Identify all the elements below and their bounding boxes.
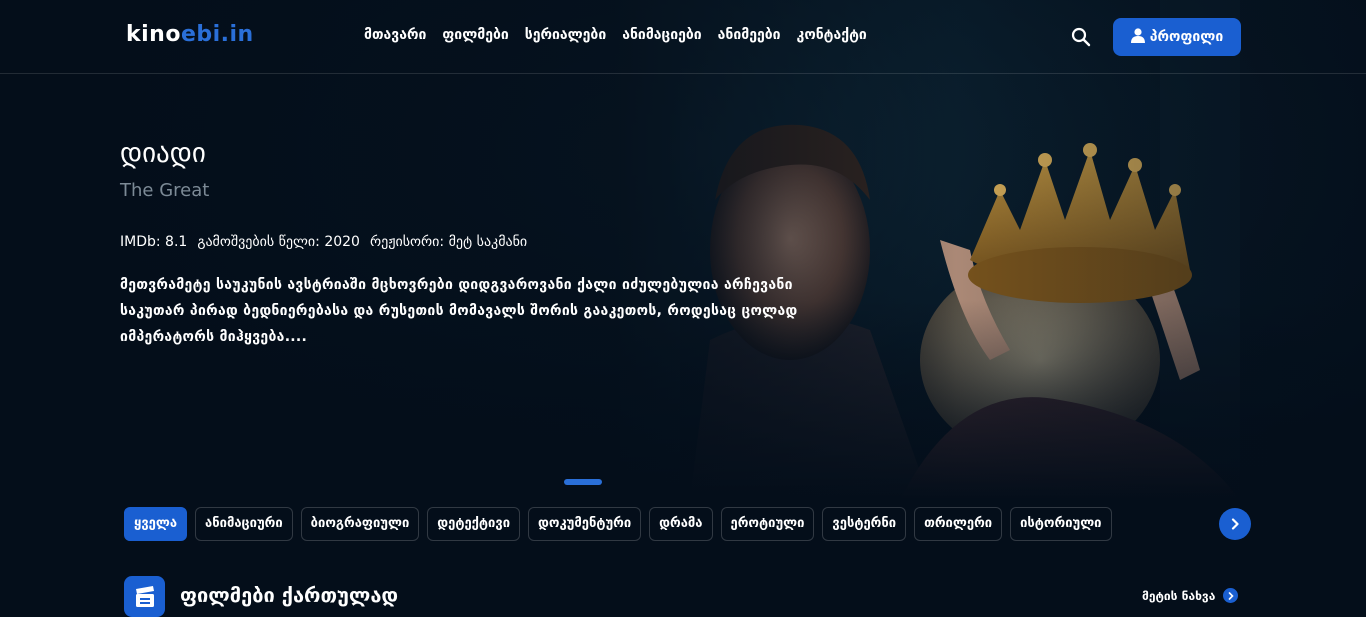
genre-chip-erotic[interactable]: ეროტიული [720, 507, 815, 541]
nav-item-home[interactable]: მთავარი [364, 27, 426, 43]
genre-chip-drama[interactable]: დრამა [649, 507, 713, 541]
genres-scroll-next-button[interactable] [1219, 508, 1251, 540]
hero-title[interactable]: დიადი [120, 138, 206, 169]
genre-filter-bar: ყველა ანიმაციური ბიოგრაფიული დეტექტივი დ… [124, 507, 1211, 541]
genre-chip-detective[interactable]: დეტექტივი [427, 507, 521, 541]
see-more-label: მეტის ნახვა [1142, 588, 1216, 603]
nav-item-movies[interactable]: ფილმები [442, 27, 508, 43]
release-year: გამოშვების წელი: 2020 [197, 234, 360, 250]
genre-chip-thriller[interactable]: თრილერი [914, 507, 1003, 541]
nav-item-series[interactable]: სერიალები [525, 27, 606, 43]
genre-chip-all[interactable]: ყველა [124, 507, 188, 541]
hero-description: მეთვრამეტე საუკუნის ავსტრიაში მცხოვრები … [120, 277, 798, 345]
user-icon [1130, 27, 1145, 47]
slider-indicator-active[interactable] [564, 479, 602, 485]
hero-meta: IMDb: 8.1 გამოშვების წელი: 2020 რეჟისორი… [120, 234, 527, 250]
chevron-right-icon [1223, 588, 1239, 603]
site-logo[interactable]: kinoebi.in [126, 22, 254, 47]
director: რეჟისორი: მეტ საკმანი [369, 234, 528, 250]
logo-text-accent: ebi.in [180, 22, 254, 47]
genre-chip-western[interactable]: ვესტერნი [822, 507, 907, 541]
hero-banner: დიადი The Great IMDb: 8.1 გამოშვების წელ… [0, 0, 1366, 500]
site-header: kinoebi.in მთავარი ფილმები სერიალები ანი… [0, 0, 1366, 74]
genre-chip-animation[interactable]: ანიმაციური [195, 507, 293, 541]
chevron-right-icon [1231, 518, 1239, 530]
section-title: ფილმები ქართულად [180, 583, 399, 607]
clapperboard-icon [124, 576, 165, 617]
genre-chip-history[interactable]: ისტორიული [1010, 507, 1112, 541]
logo-text-primary: kino [126, 22, 181, 47]
genre-chip-biography[interactable]: ბიოგრაფიული [300, 507, 420, 541]
genre-chip-documentary[interactable]: დოკუმენტური [528, 507, 642, 541]
profile-button[interactable]: პროფილი [1113, 18, 1241, 56]
see-more-link[interactable]: მეტის ნახვა [1142, 588, 1239, 603]
main-nav: მთავარი ფილმები სერიალები ანიმაციები ანი… [364, 27, 867, 43]
search-icon[interactable] [1071, 27, 1091, 47]
nav-item-contact[interactable]: კონტაქტი [797, 27, 867, 43]
nav-item-anime[interactable]: ანიმეები [718, 27, 781, 43]
hero-gradient-overlay [0, 0, 1366, 500]
imdb-rating: IMDb: 8.1 [120, 234, 188, 250]
nav-item-animations[interactable]: ანიმაციები [622, 27, 701, 43]
hero-original-title: The Great [120, 180, 210, 201]
profile-button-label: პროფილი [1149, 29, 1224, 45]
